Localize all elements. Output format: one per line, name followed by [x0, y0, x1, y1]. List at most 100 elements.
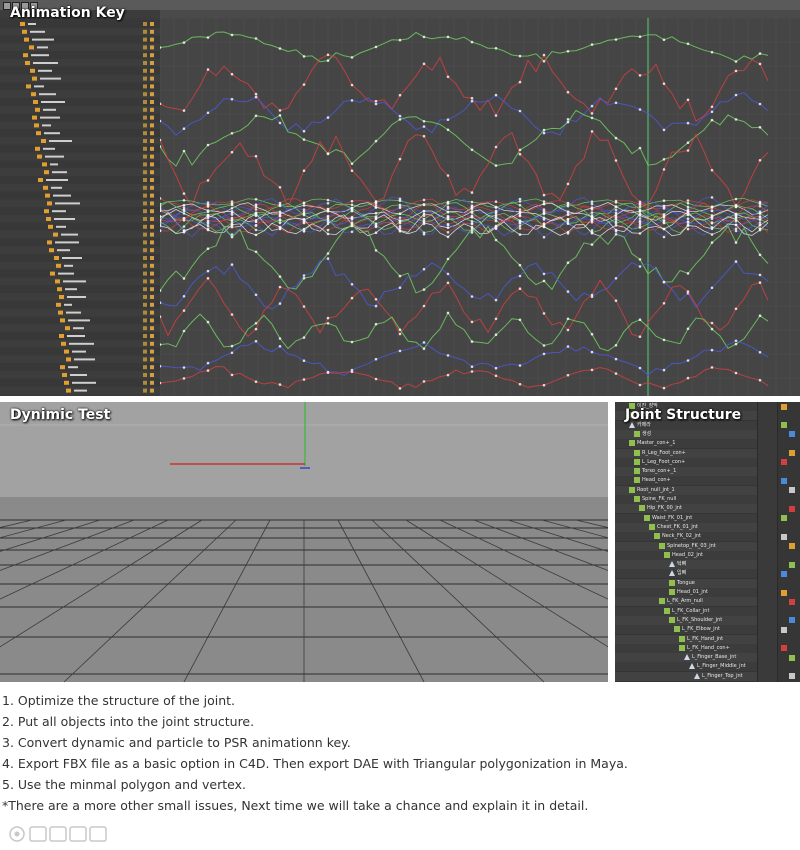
keyframe — [494, 209, 498, 213]
joint-row-label: R_Leg_Foot_con+ — [642, 449, 686, 456]
tag-icon[interactable] — [781, 570, 787, 577]
tag-icon[interactable] — [789, 561, 795, 568]
keyframe — [494, 47, 498, 50]
fcurve-graph[interactable] — [160, 18, 800, 396]
joint-row-label: L_FK_Elbow_jnt — [682, 626, 720, 633]
keyframe — [350, 230, 354, 234]
tag-icon[interactable] — [789, 598, 795, 605]
tag-icon[interactable] — [781, 533, 787, 540]
folder-icon — [60, 318, 65, 323]
keyframe — [566, 373, 570, 377]
keyframe — [230, 210, 234, 213]
keyframe — [422, 212, 426, 216]
tag-icon[interactable] — [781, 477, 787, 484]
note-item: 1. Optimize the structure of the joint. — [2, 693, 236, 708]
tag-icon[interactable] — [781, 422, 787, 429]
null-object-icon — [679, 635, 685, 642]
folder-icon — [56, 302, 61, 307]
keyframe — [710, 226, 714, 229]
tag-icon[interactable] — [781, 589, 787, 596]
tag-icon[interactable] — [789, 431, 795, 438]
keyframe — [662, 302, 666, 305]
keyframe — [734, 216, 738, 220]
tag-icon[interactable] — [789, 450, 795, 456]
keyframe — [662, 82, 666, 85]
keyframe — [566, 328, 570, 332]
keyframe — [470, 227, 474, 230]
tag-icon[interactable] — [789, 617, 795, 624]
keyframe — [182, 230, 186, 234]
keyframe — [518, 364, 522, 367]
keyframe — [734, 307, 738, 311]
keyframe — [614, 299, 618, 303]
folder-icon — [30, 68, 35, 73]
tag-icon[interactable] — [789, 673, 795, 680]
keyframe — [350, 218, 354, 221]
joint-row-label: Waist_FK_01_jnt — [652, 514, 693, 521]
tag-icon[interactable] — [789, 505, 795, 512]
keyframe — [374, 304, 378, 308]
keyframe — [710, 327, 714, 331]
keyframe — [710, 217, 714, 221]
keyframe — [470, 340, 474, 343]
tag-icon[interactable] — [781, 403, 787, 410]
tag-icon[interactable] — [781, 645, 787, 652]
keyframe — [206, 222, 210, 225]
keyframe — [182, 203, 186, 207]
dynamic-test-viewport[interactable]: Dynimic Test — [0, 402, 608, 682]
tag-icon[interactable] — [789, 654, 795, 661]
keyframe — [590, 229, 594, 232]
folder-icon — [38, 178, 43, 182]
keyframe — [614, 224, 618, 227]
keyframe — [230, 150, 234, 154]
joint-row-label: 생성 — [642, 430, 652, 437]
tag-icon[interactable] — [781, 459, 787, 466]
keyframe — [686, 227, 690, 231]
keyframe — [470, 215, 474, 219]
keyframe — [710, 196, 714, 199]
keyframe — [398, 157, 402, 161]
folder-icon — [64, 380, 69, 385]
null-object-icon — [669, 579, 675, 586]
keyframe — [566, 50, 570, 53]
keyframe — [542, 312, 546, 315]
visibility-column[interactable] — [757, 402, 778, 682]
null-object-icon — [634, 449, 640, 456]
keyframe — [374, 225, 378, 229]
tag-icon[interactable] — [781, 515, 787, 522]
object-hierarchy-tree[interactable] — [0, 18, 161, 396]
keyframe — [206, 210, 210, 214]
keyframe — [758, 62, 762, 66]
keyframe — [518, 221, 522, 225]
keyframe — [398, 197, 402, 201]
keyframe — [494, 114, 498, 117]
keyframe — [518, 152, 522, 156]
tag-icon[interactable] — [781, 626, 787, 633]
tag-column[interactable] — [777, 402, 800, 682]
keyframe — [302, 217, 306, 221]
joint-row-label: Head_con+ — [642, 477, 671, 484]
tag-icon[interactable] — [789, 487, 795, 494]
panel-title: Animation Key — [10, 5, 125, 21]
keyframe — [278, 214, 282, 218]
keyframe — [350, 283, 354, 286]
folder-icon — [54, 256, 59, 260]
keyframe — [542, 208, 546, 211]
keyframe — [182, 192, 186, 195]
keyframe — [758, 253, 762, 257]
keyframe — [302, 230, 306, 233]
keyframe — [566, 317, 570, 321]
keyframe — [710, 286, 714, 290]
folder-icon — [26, 84, 31, 89]
keyframe — [206, 179, 210, 182]
folder-icon — [44, 170, 49, 175]
keyframe — [542, 60, 546, 63]
keyframe — [326, 316, 330, 320]
keyframe — [446, 128, 450, 132]
tag-icon[interactable] — [789, 543, 795, 549]
null-object-icon — [634, 496, 640, 502]
keyframe — [614, 101, 618, 105]
keyframe — [350, 83, 354, 87]
keyframe — [278, 302, 282, 305]
keyframe — [518, 197, 522, 201]
